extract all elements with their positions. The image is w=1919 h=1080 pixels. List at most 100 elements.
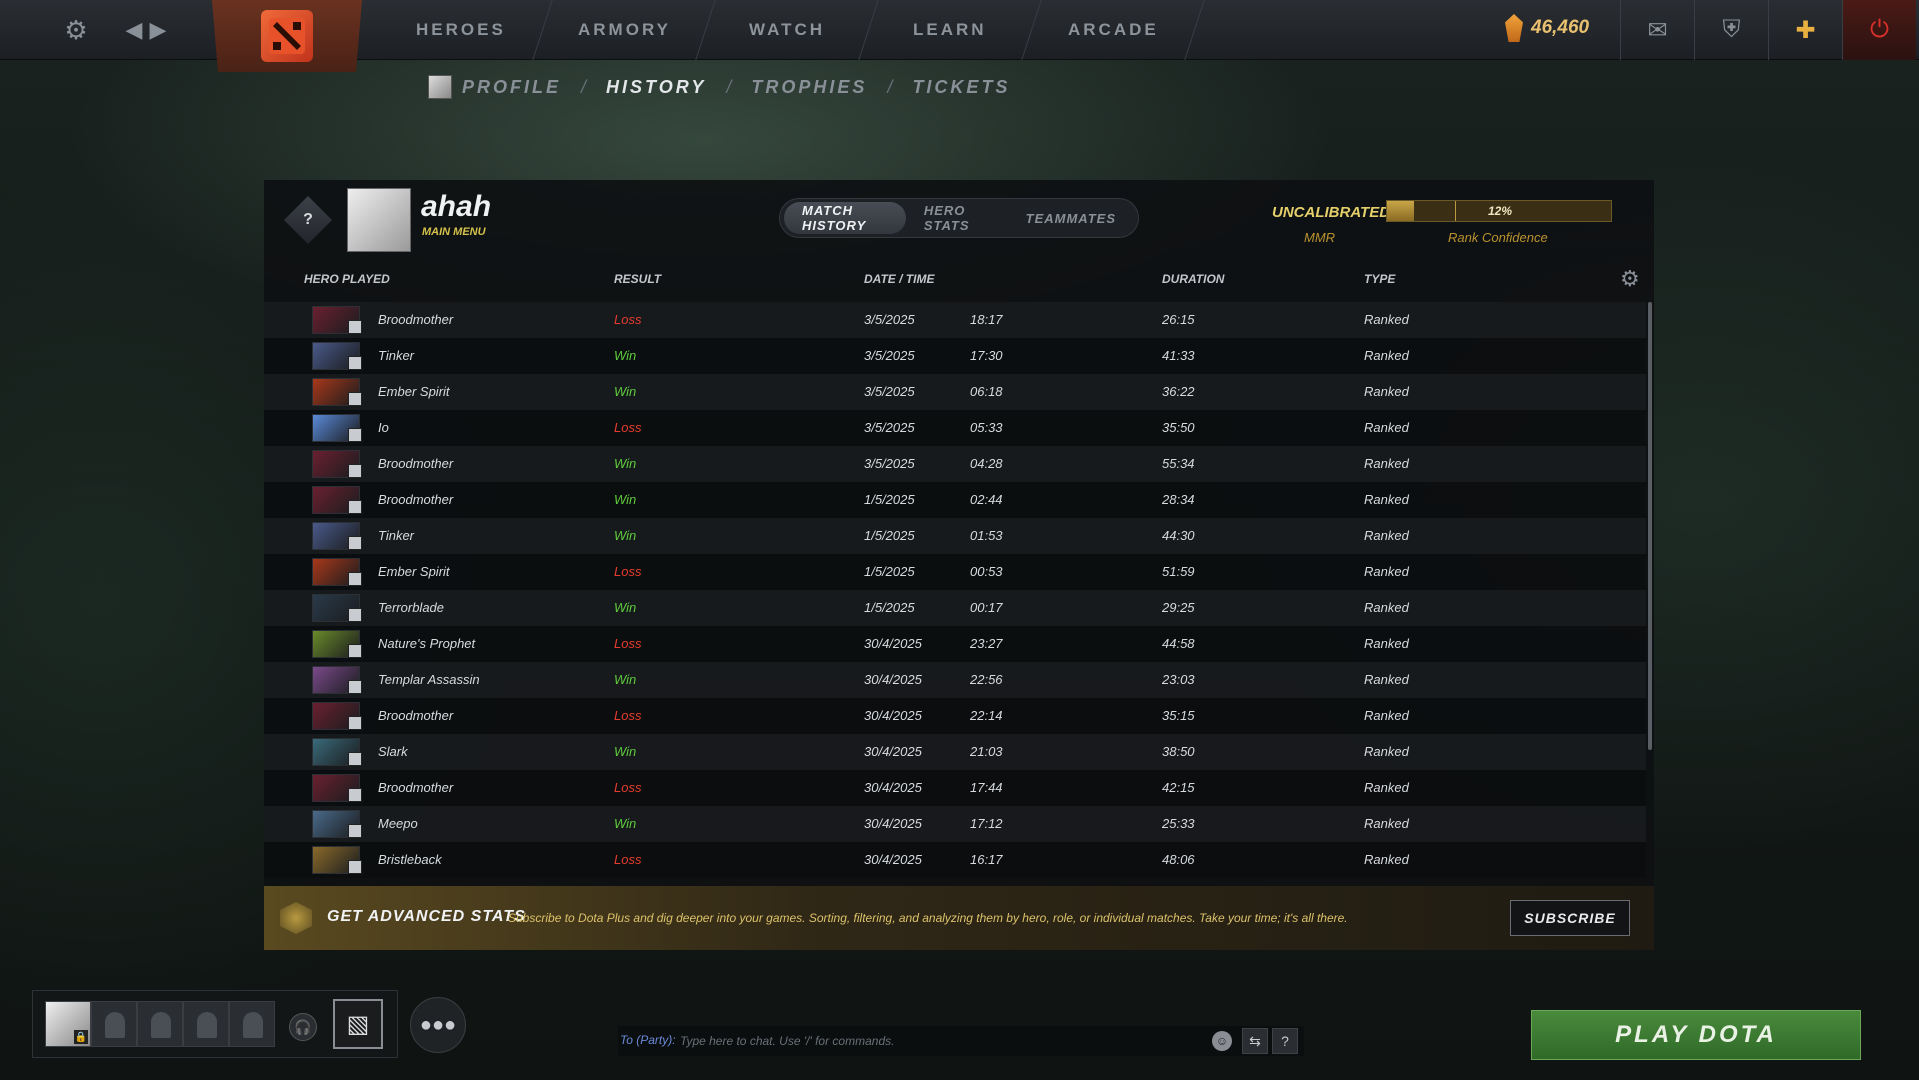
settings-gear-icon[interactable]: ⚙ xyxy=(58,12,94,48)
table-row[interactable]: Broodmother Win 3/5/2025 04:28 55:34 Ranked xyxy=(264,446,1646,482)
match-type: Ranked xyxy=(1364,744,1409,759)
match-time: 17:12 xyxy=(970,816,1003,831)
chat-channel-prefix[interactable]: To (Party): xyxy=(620,1033,676,1047)
tab-teammates[interactable]: TEAMMATES xyxy=(1008,202,1134,234)
match-date: 3/5/2025 xyxy=(864,420,915,435)
match-time: 17:44 xyxy=(970,780,1003,795)
table-row[interactable]: Broodmother Loss 30/4/2025 22:14 35:15 Ranked xyxy=(264,698,1646,734)
person-icon xyxy=(105,1012,125,1038)
rank-confidence-value: 12% xyxy=(1487,204,1513,218)
emoji-icon[interactable]: ☺ xyxy=(1212,1031,1232,1051)
chat-channels-icon[interactable]: ●●● xyxy=(410,997,466,1053)
chat-help-icon[interactable]: ? xyxy=(1272,1028,1298,1054)
subnav-trophies[interactable]: TROPHIES xyxy=(751,77,867,98)
mail-icon[interactable]: ✉ xyxy=(1620,0,1694,60)
match-result: Win xyxy=(614,816,637,831)
avatar[interactable] xyxy=(347,188,411,252)
match-list: Broodmother Loss 3/5/2025 18:17 26:15 Ranked T… xyxy=(264,302,1646,880)
match-time: 00:53 xyxy=(970,564,1003,579)
match-result: Loss xyxy=(614,420,642,435)
power-icon[interactable]: ⏻ xyxy=(1842,0,1916,60)
match-date: 30/4/2025 xyxy=(864,852,922,867)
match-type: Ranked xyxy=(1364,636,1409,651)
role-badge-icon xyxy=(348,680,362,694)
role-badge-icon xyxy=(348,608,362,622)
table-row[interactable]: Ember Spirit Loss 1/5/2025 00:53 51:59 Ranked xyxy=(264,554,1646,590)
menu-learn[interactable]: LEARN xyxy=(859,0,1042,60)
header-type[interactable]: TYPE xyxy=(1364,272,1395,286)
table-row[interactable]: Ember Spirit Win 3/5/2025 06:18 36:22 Ranked xyxy=(264,374,1646,410)
header-date-time[interactable]: DATE / TIME xyxy=(864,272,934,286)
match-result: Win xyxy=(614,672,637,687)
table-row[interactable]: Broodmother Loss 3/5/2025 18:17 26:15 Ranked xyxy=(264,302,1646,338)
subnav-tickets[interactable]: TICKETS xyxy=(912,77,1010,98)
table-row[interactable]: Tinker Win 1/5/2025 01:53 44:30 Ranked xyxy=(264,518,1646,554)
party-slot-self[interactable]: 🔒 xyxy=(45,1001,91,1047)
party-slot-empty[interactable] xyxy=(183,1001,229,1047)
hero-name: Bristleback xyxy=(378,852,442,867)
match-type: Ranked xyxy=(1364,564,1409,579)
table-row[interactable]: Io Loss 3/5/2025 05:33 35:50 Ranked xyxy=(264,410,1646,446)
header-duration[interactable]: DURATION xyxy=(1162,272,1224,286)
promo-title: GET ADVANCED STATS xyxy=(327,908,526,925)
table-header: HERO PLAYED RESULT DATE / TIME DURATION … xyxy=(264,272,1654,292)
table-row[interactable]: Templar Assassin Win 30/4/2025 22:56 23:03 Ra… xyxy=(264,662,1646,698)
history-tabs: MATCH HISTORY HERO STATS TEAMMATES xyxy=(779,198,1139,238)
match-type: Ranked xyxy=(1364,528,1409,543)
tab-match-history[interactable]: MATCH HISTORY xyxy=(784,202,906,234)
table-row[interactable]: Nature's Prophet Loss 30/4/2025 23:27 44:58 R… xyxy=(264,626,1646,662)
chat-wheel-icon[interactable]: ⇆ xyxy=(1242,1028,1268,1054)
voice-chat-headset-icon[interactable]: 🎧 xyxy=(289,1013,317,1041)
menu-arcade-label: ARCADE xyxy=(1067,20,1159,39)
tab-hero-stats[interactable]: HERO STATS xyxy=(906,202,1008,234)
match-list-scrollbar[interactable] xyxy=(1648,302,1652,750)
table-row[interactable]: Tinker Win 3/5/2025 17:30 41:33 Ranked xyxy=(264,338,1646,374)
shard-currency[interactable]: 46,460 xyxy=(1505,14,1589,42)
subnav-profile[interactable]: PROFILE xyxy=(462,77,561,98)
table-row[interactable]: Broodmother Win 1/5/2025 02:44 28:34 Ranked xyxy=(264,482,1646,518)
party-slot-empty[interactable] xyxy=(91,1001,137,1047)
table-row[interactable]: Slark Win 30/4/2025 21:03 38:50 Ranked xyxy=(264,734,1646,770)
table-row[interactable]: Terrorblade Win 1/5/2025 00:17 29:25 Ranked xyxy=(264,590,1646,626)
match-result: Win xyxy=(614,384,637,399)
menu-armory[interactable]: ARMORY xyxy=(533,0,716,60)
party-slot-empty[interactable] xyxy=(229,1001,275,1047)
match-date: 3/5/2025 xyxy=(864,456,915,471)
menu-heroes[interactable]: HEROES xyxy=(370,0,553,60)
dota-plus-icon[interactable]: ✚ xyxy=(1768,0,1842,60)
top-bar: ⚙ ◀ ▶ HEROES ARMORY WATCH LEARN ARCADE 4… xyxy=(0,0,1919,72)
header-hero-played[interactable]: HERO PLAYED xyxy=(304,272,390,286)
table-settings-gear-icon[interactable]: ⚙ xyxy=(1620,266,1640,292)
table-row[interactable]: Broodmother Loss 30/4/2025 17:44 42:15 Ranked xyxy=(264,770,1646,806)
dota-logo-tab[interactable] xyxy=(212,0,362,72)
subnav-history[interactable]: HISTORY xyxy=(606,77,706,98)
hero-name: Broodmother xyxy=(378,708,454,723)
match-duration: 35:15 xyxy=(1162,708,1195,723)
nav-forward-icon[interactable]: ▶ xyxy=(140,12,176,48)
chat-input[interactable] xyxy=(680,1029,1200,1053)
party-slot-empty[interactable] xyxy=(137,1001,183,1047)
match-date: 30/4/2025 xyxy=(864,816,922,831)
rank-confidence-label: Rank Confidence xyxy=(1448,230,1548,245)
match-result: Loss xyxy=(614,708,642,723)
armory-icon[interactable]: ⛨ xyxy=(1694,0,1768,60)
party-finder-icon[interactable]: ▧ xyxy=(333,999,383,1049)
hero-name: Tinker xyxy=(378,528,415,543)
match-date: 3/5/2025 xyxy=(864,384,915,399)
chat-bar: To (Party): ☺ ⇆ ? xyxy=(618,1026,1304,1056)
header-result[interactable]: RESULT xyxy=(614,272,661,286)
match-duration: 55:34 xyxy=(1162,456,1195,471)
dota-plus-badge-icon xyxy=(280,902,312,934)
table-row[interactable]: Bristleback Loss 30/4/2025 16:17 48:06 Ranked xyxy=(264,842,1646,878)
role-badge-icon xyxy=(348,464,362,478)
match-type: Ranked xyxy=(1364,852,1409,867)
menu-watch[interactable]: WATCH xyxy=(696,0,879,60)
match-result: Win xyxy=(614,492,637,507)
subscribe-button[interactable]: SUBSCRIBE xyxy=(1510,900,1630,936)
table-row[interactable]: Meepo Win 30/4/2025 17:12 25:33 Ranked xyxy=(264,806,1646,842)
match-time: 22:14 xyxy=(970,708,1003,723)
menu-arcade[interactable]: ARCADE xyxy=(1022,0,1205,60)
play-dota-button[interactable]: PLAY DOTA xyxy=(1531,1010,1861,1060)
match-time: 06:18 xyxy=(970,384,1003,399)
hero-name: Broodmother xyxy=(378,456,454,471)
